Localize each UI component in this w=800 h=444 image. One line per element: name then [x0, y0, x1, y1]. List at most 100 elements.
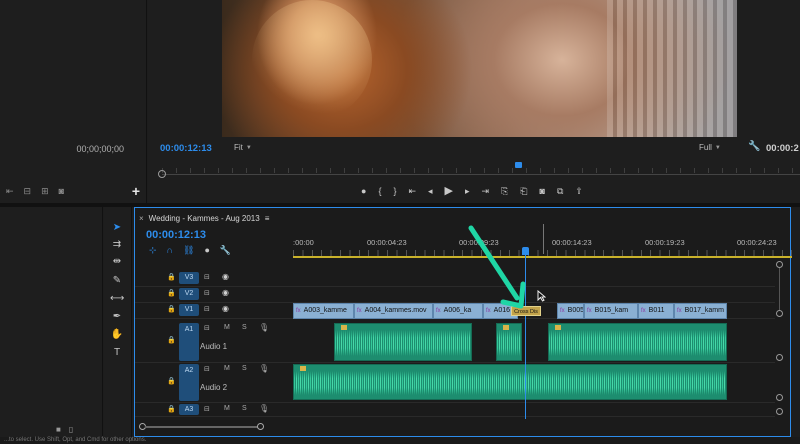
- program-scrubber[interactable]: [158, 162, 800, 178]
- go-to-out-icon[interactable]: ⇥: [482, 186, 490, 196]
- video-clip[interactable]: fx B011: [638, 303, 674, 319]
- sync-lock-icon[interactable]: ⊟: [204, 273, 210, 281]
- lift-icon[interactable]: ⎘: [501, 186, 508, 196]
- source-timecode[interactable]: 00;00;00;00: [76, 144, 124, 154]
- scroll-thumb[interactable]: [145, 426, 258, 428]
- lock-icon[interactable]: 🔒: [167, 305, 176, 313]
- sync-lock-icon[interactable]: ⊟: [204, 405, 210, 413]
- track-target-v2[interactable]: V2: [179, 288, 199, 300]
- timeline-settings-wrench-icon[interactable]: 🔧: [220, 245, 231, 256]
- new-bin-icon[interactable]: ■: [56, 425, 61, 434]
- audio-clip[interactable]: [293, 364, 727, 400]
- close-icon[interactable]: ×: [139, 214, 144, 223]
- sync-lock-icon[interactable]: ⊟: [204, 365, 210, 373]
- mute-track-button[interactable]: M: [224, 405, 230, 412]
- mark-out-icon[interactable]: }: [393, 186, 396, 196]
- video-scroll-handle-bottom[interactable]: [776, 310, 783, 317]
- audio-clip[interactable]: [548, 323, 727, 361]
- eye-icon[interactable]: ◉: [222, 272, 229, 281]
- play-icon[interactable]: ▶: [445, 186, 453, 197]
- video-clip[interactable]: fx A003_kamme: [293, 303, 354, 319]
- chevron-down-icon: ▼: [714, 144, 721, 151]
- program-duration-timecode: 00:00:2: [766, 143, 799, 154]
- snap-icon[interactable]: ∩: [167, 245, 173, 256]
- timeline-tab[interactable]: × Wedding - Kammes - Aug 2013 ≡: [139, 212, 269, 224]
- scroll-handle-right[interactable]: [257, 423, 264, 430]
- mute-track-button[interactable]: M: [224, 324, 230, 331]
- export-frame-icon[interactable]: ◙: [59, 186, 64, 196]
- timeline-panel: × Wedding - Kammes - Aug 2013 ≡ 00:00:12…: [134, 207, 792, 437]
- audio-clip[interactable]: [496, 323, 522, 361]
- program-video-frame[interactable]: [222, 0, 737, 137]
- program-playhead[interactable]: [514, 162, 522, 168]
- lock-icon[interactable]: 🔒: [167, 289, 176, 297]
- razor-tool[interactable]: ✎: [110, 274, 124, 288]
- sync-lock-icon[interactable]: ⊟: [204, 324, 210, 332]
- track-target-v1[interactable]: V1: [179, 304, 199, 316]
- mute-track-button[interactable]: M: [224, 365, 230, 372]
- hamburger-icon[interactable]: ≡: [265, 214, 270, 223]
- compare-icon[interactable]: ⧉: [557, 186, 563, 196]
- nest-icon[interactable]: ⊹: [149, 245, 157, 256]
- playback-resolution-select[interactable]: Full ▼: [699, 142, 721, 153]
- overwrite-icon[interactable]: ⊞: [41, 186, 49, 196]
- step-forward-icon[interactable]: ▸: [465, 186, 470, 196]
- add-marker-icon[interactable]: ●: [204, 245, 209, 256]
- eye-icon[interactable]: ◉: [222, 288, 229, 297]
- solo-track-button[interactable]: S: [242, 405, 247, 412]
- slip-tool[interactable]: ⟷: [110, 292, 124, 306]
- type-tool[interactable]: T: [110, 346, 124, 360]
- share-icon[interactable]: ⇪: [575, 186, 583, 196]
- video-scroll-handle-top[interactable]: [776, 261, 783, 268]
- video-clip[interactable]: fx B015_kam: [584, 303, 638, 319]
- step-back-icon[interactable]: ◂: [428, 186, 433, 196]
- add-marker-icon[interactable]: ●: [361, 186, 366, 196]
- solo-track-button[interactable]: S: [242, 365, 247, 372]
- video-clip[interactable]: fxB005_k: [557, 303, 584, 319]
- ripple-edit-tool[interactable]: ⇹: [110, 255, 124, 269]
- track-target-a3[interactable]: A3: [179, 404, 199, 415]
- audio-track-name: Audio 2: [200, 383, 228, 392]
- hand-tool[interactable]: ✋: [110, 328, 124, 342]
- track-height-handle[interactable]: [776, 354, 783, 361]
- lock-icon[interactable]: 🔒: [167, 377, 176, 385]
- track-target-a1[interactable]: A1: [179, 323, 199, 361]
- timeline-horizontal-scrollbar[interactable]: [135, 422, 790, 432]
- video-clip[interactable]: fx B017_kamm: [674, 303, 727, 319]
- settings-wrench-icon[interactable]: 🔧: [748, 141, 760, 152]
- solo-track-button[interactable]: S: [242, 324, 247, 331]
- audio-clip[interactable]: [334, 323, 472, 361]
- zoom-level-select[interactable]: Fit ▼: [234, 142, 252, 153]
- sync-lock-icon[interactable]: ⊟: [204, 289, 210, 297]
- lock-icon[interactable]: 🔒: [167, 336, 176, 344]
- eye-icon[interactable]: ◉: [222, 304, 229, 313]
- work-area-bar[interactable]: [293, 256, 792, 258]
- track-height-handle[interactable]: [776, 408, 783, 415]
- insert-icon[interactable]: ⊟: [24, 186, 32, 196]
- zoom-handle[interactable]: [158, 170, 166, 178]
- track-target-a2[interactable]: A2: [179, 364, 199, 401]
- go-to-in-icon[interactable]: ⇤: [408, 186, 416, 196]
- pen-tool[interactable]: ✒: [110, 310, 124, 324]
- mark-in-icon[interactable]: ⇤: [6, 186, 14, 196]
- selection-tool[interactable]: ➤: [110, 221, 124, 235]
- linked-selection-icon[interactable]: ⛓: [183, 245, 194, 256]
- track-target-v3[interactable]: V3: [179, 272, 199, 284]
- track-height-handle[interactable]: [776, 394, 783, 401]
- lock-icon[interactable]: 🔒: [167, 273, 176, 281]
- lock-icon[interactable]: 🔒: [167, 405, 176, 413]
- video-clip[interactable]: fx A004_kammes.mov: [354, 303, 433, 319]
- add-button[interactable]: +: [132, 183, 140, 199]
- delete-icon[interactable]: ▯: [69, 425, 73, 434]
- sequence-timecode[interactable]: 00:00:12:13: [146, 229, 206, 241]
- program-timecode[interactable]: 00:00:12:13: [160, 143, 212, 154]
- microphone-icon[interactable]: 🎙: [259, 364, 269, 373]
- microphone-icon[interactable]: 🎙: [259, 404, 269, 413]
- sync-lock-icon[interactable]: ⊟: [204, 305, 210, 313]
- scrubber-track: [162, 174, 800, 175]
- export-frame-icon[interactable]: ◙: [540, 186, 545, 196]
- track-select-tool[interactable]: ⇉: [110, 238, 124, 252]
- mark-in-icon[interactable]: {: [378, 186, 381, 196]
- microphone-icon[interactable]: 🎙: [259, 323, 269, 332]
- extract-icon[interactable]: ⎗: [520, 186, 527, 196]
